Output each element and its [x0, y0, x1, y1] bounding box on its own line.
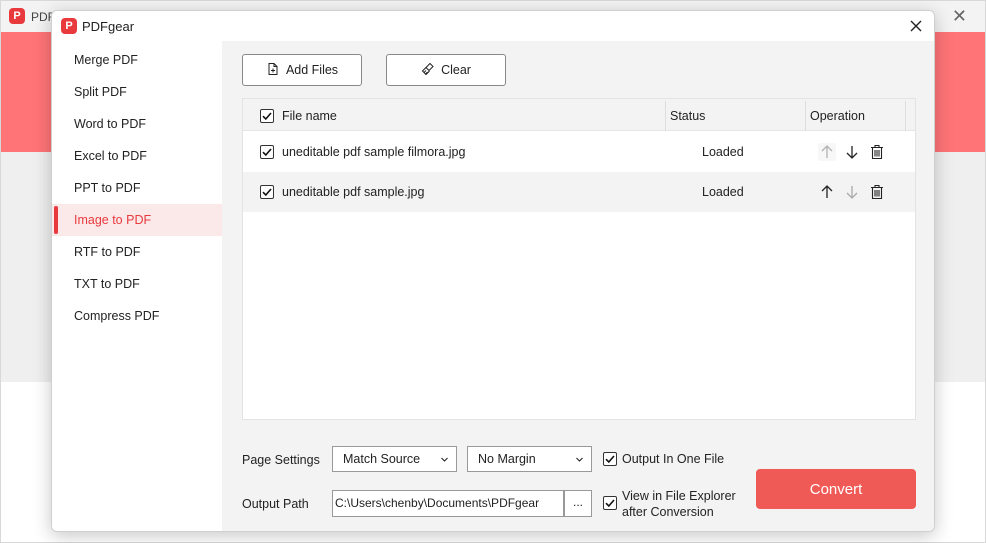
sidebar-item-ppt-to-pdf[interactable]: PPT to PDF	[52, 172, 222, 204]
close-icon[interactable]	[906, 16, 926, 36]
background-close-icon[interactable]: ✕	[952, 6, 967, 26]
add-file-icon	[266, 62, 280, 79]
checkmark-icon	[262, 148, 272, 157]
browse-button[interactable]: ...	[564, 490, 592, 517]
column-divider[interactable]	[805, 101, 806, 131]
sidebar-item-label: Excel to PDF	[74, 149, 147, 163]
column-divider[interactable]	[905, 101, 906, 131]
add-files-button[interactable]: Add Files	[242, 54, 362, 86]
margin-value: No Margin	[478, 452, 536, 466]
sidebar-item-label: TXT to PDF	[74, 277, 140, 291]
status-cell: Loaded	[702, 145, 744, 159]
move-down-icon[interactable]	[843, 183, 861, 201]
broom-icon	[421, 62, 435, 79]
sidebar-item-label: Word to PDF	[74, 117, 147, 131]
pdfgear-logo-icon: P	[61, 18, 77, 34]
tool-sidebar: Merge PDF Split PDF Word to PDF Excel to…	[52, 41, 222, 531]
output-path-label: Output Path	[242, 497, 309, 511]
clear-label: Clear	[441, 63, 471, 77]
column-divider[interactable]	[665, 101, 666, 131]
move-up-icon[interactable]	[818, 143, 836, 161]
file-list-header: File name Status Operation	[243, 99, 915, 131]
pdfgear-logo-icon: P	[9, 8, 25, 24]
sidebar-item-merge-pdf[interactable]: Merge PDF	[52, 44, 222, 76]
sidebar-item-label: PPT to PDF	[74, 181, 141, 195]
checkmark-icon	[262, 188, 272, 197]
output-one-file-checkbox[interactable]	[603, 452, 617, 466]
clear-button[interactable]: Clear	[386, 54, 506, 86]
checkmark-icon	[262, 112, 272, 121]
table-row[interactable]: uneditable pdf sample filmora.jpg Loaded	[243, 132, 915, 172]
column-header-file-name: File name	[282, 109, 337, 123]
dialog-title: PDFgear	[82, 19, 135, 34]
convert-button[interactable]: Convert	[756, 469, 916, 509]
margin-select[interactable]: No Margin	[467, 446, 592, 472]
content-panel: Add Files Clear File name Status Operati…	[222, 41, 934, 531]
column-header-operation: Operation	[810, 109, 865, 123]
file-name-cell: uneditable pdf sample.jpg	[282, 185, 425, 199]
view-in-explorer-label-line2: after Conversion	[622, 505, 714, 519]
page-size-value: Match Source	[343, 452, 421, 466]
chevron-down-icon	[441, 457, 448, 462]
image-to-pdf-dialog: P PDFgear Merge PDF Split PDF Word to PD…	[51, 10, 935, 532]
output-one-file-label: Output In One File	[622, 452, 725, 466]
view-in-explorer-label: View in File Explorer after Conversion	[622, 488, 736, 520]
sidebar-item-compress-pdf[interactable]: Compress PDF	[52, 300, 222, 332]
move-down-icon[interactable]	[843, 143, 861, 161]
add-files-label: Add Files	[285, 63, 339, 77]
file-list-table: File name Status Operation uneditable pd…	[242, 98, 916, 420]
sidebar-item-txt-to-pdf[interactable]: TXT to PDF	[52, 268, 222, 300]
move-up-icon[interactable]	[818, 183, 836, 201]
dialog-titlebar: P PDFgear	[52, 11, 934, 41]
file-name-cell: uneditable pdf sample filmora.jpg	[282, 145, 466, 159]
delete-icon[interactable]	[868, 143, 886, 161]
sidebar-item-image-to-pdf[interactable]: Image to PDF	[52, 204, 222, 236]
checkmark-icon	[605, 499, 615, 508]
row-checkbox[interactable]	[260, 145, 274, 159]
sidebar-item-label: Merge PDF	[74, 53, 138, 67]
chevron-down-icon	[576, 457, 583, 462]
output-path-input[interactable]: C:\Users\chenby\Documents\PDFgear	[332, 490, 564, 517]
status-cell: Loaded	[702, 185, 744, 199]
sidebar-item-label: Image to PDF	[74, 213, 152, 227]
page-size-select[interactable]: Match Source	[332, 446, 457, 472]
sidebar-item-rtf-to-pdf[interactable]: RTF to PDF	[52, 236, 222, 268]
select-all-checkbox[interactable]	[260, 109, 274, 123]
sidebar-item-label: Split PDF	[74, 85, 127, 99]
row-checkbox[interactable]	[260, 185, 274, 199]
sidebar-item-label: Compress PDF	[74, 309, 160, 323]
view-in-explorer-checkbox[interactable]	[603, 496, 617, 510]
page-settings-label: Page Settings	[242, 453, 320, 467]
sidebar-item-label: RTF to PDF	[74, 245, 141, 259]
checkmark-icon	[605, 455, 615, 464]
delete-icon[interactable]	[868, 183, 886, 201]
table-row[interactable]: uneditable pdf sample.jpg Loaded	[243, 172, 915, 212]
view-in-explorer-label-line1: View in File Explorer	[622, 489, 736, 503]
sidebar-item-word-to-pdf[interactable]: Word to PDF	[52, 108, 222, 140]
sidebar-item-split-pdf[interactable]: Split PDF	[52, 76, 222, 108]
sidebar-item-excel-to-pdf[interactable]: Excel to PDF	[52, 140, 222, 172]
column-header-status: Status	[670, 109, 706, 123]
